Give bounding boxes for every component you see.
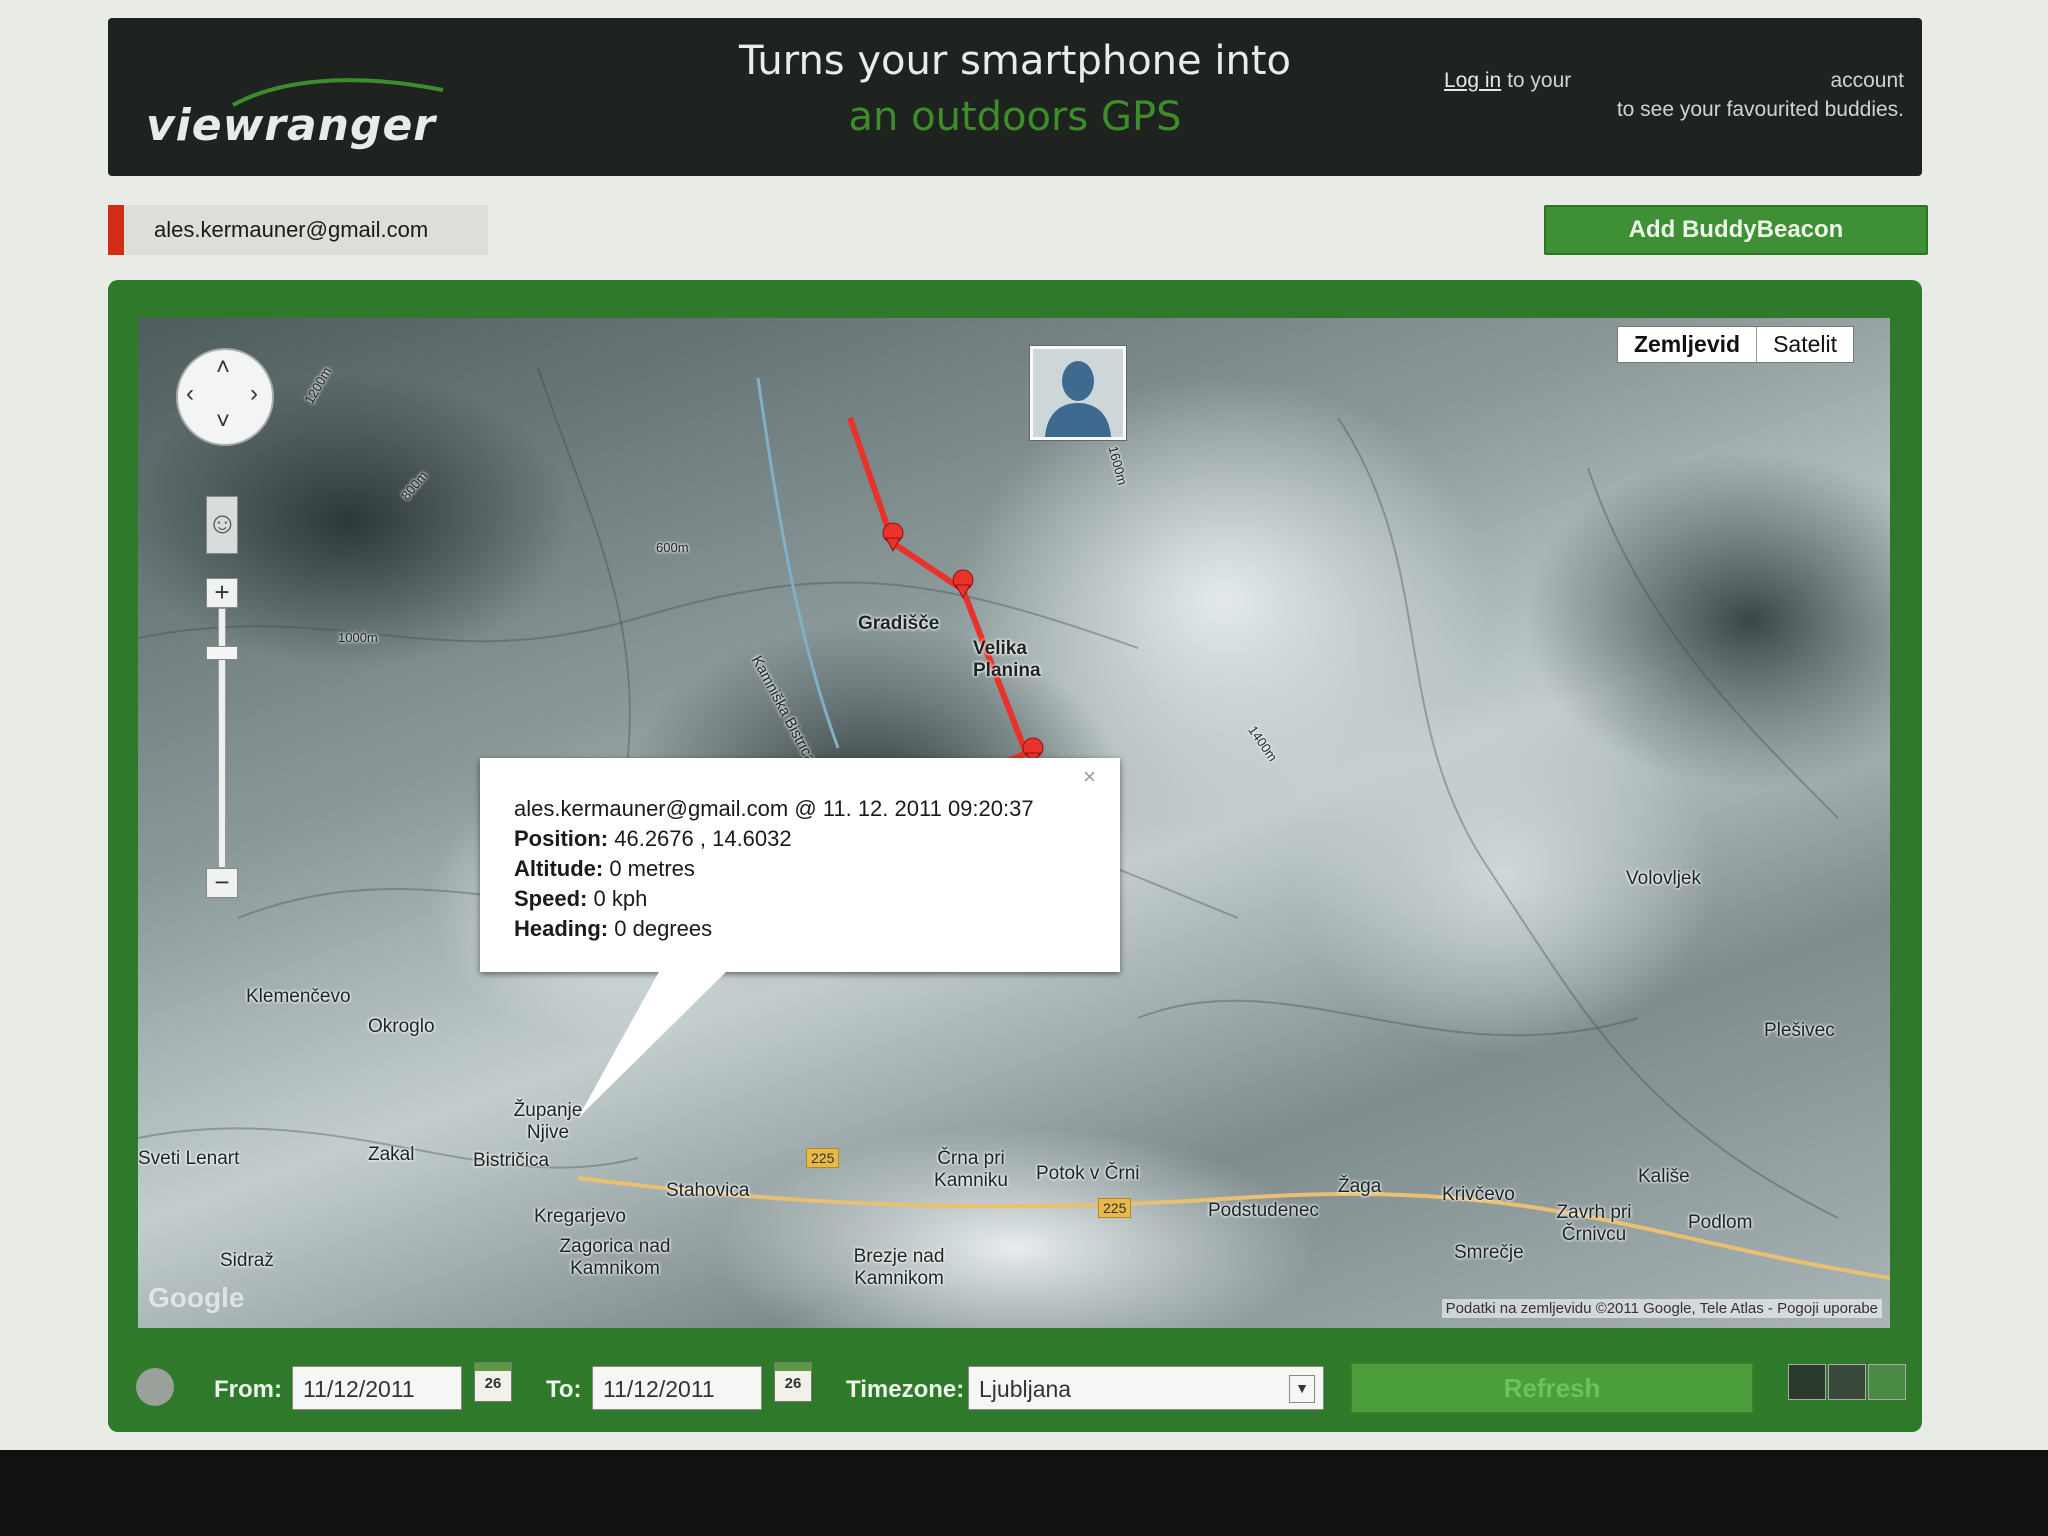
place-label: Zavrh pri Črnivcu [1556, 1202, 1632, 1245]
info-altitude: Altitude: 0 metres [514, 856, 695, 881]
place-label: Zakal [368, 1144, 415, 1165]
login-text-1: to your [1507, 69, 1572, 92]
view-medium-icon[interactable] [1828, 1364, 1866, 1400]
road-number-badge: 225 [806, 1148, 840, 1168]
pan-up-icon[interactable]: ˄ [216, 354, 230, 382]
info-speed-value: 0 kph [593, 886, 648, 911]
close-icon[interactable]: × [1083, 764, 1096, 790]
date-controls-bar: From: 11/12/2011 26 To: 11/12/2011 26 Ti… [108, 1338, 1922, 1422]
place-label: Sveti Lenart [138, 1148, 240, 1169]
pan-right-icon[interactable]: › [250, 380, 258, 408]
place-label: Brezje nad Kamnikom [853, 1246, 945, 1289]
place-label: Črna pri Kamniku [934, 1148, 1008, 1191]
pan-left-icon[interactable]: ‹ [186, 380, 194, 408]
site-header: viewranger Turns your smartphone into an… [108, 18, 1922, 176]
place-label: Sidraž [220, 1250, 274, 1271]
place-label: Žaga [1338, 1176, 1382, 1197]
from-label: From: [214, 1376, 282, 1403]
street-view-pegman-icon[interactable]: ☺ [206, 496, 238, 554]
pan-down-icon[interactable]: ˅ [216, 408, 230, 436]
info-window-pointer [578, 970, 728, 1118]
map-type-control: Zemljevid Satelit [1616, 326, 1854, 363]
place-label: Kališe [1638, 1166, 1690, 1187]
to-label: To: [546, 1376, 582, 1403]
zoom-out-button[interactable]: − [206, 868, 238, 898]
map-type-satelit[interactable]: Satelit [1757, 327, 1853, 362]
place-label: Plešivec [1764, 1020, 1835, 1041]
place-label: Zagorica nad Kamnikom [559, 1236, 671, 1279]
monitor-bezel [0, 1450, 2048, 1536]
add-buddybeacon-button[interactable]: Add BuddyBeacon [1544, 205, 1928, 255]
pan-control[interactable]: ˄ ‹ › ˅ [176, 348, 274, 446]
login-text-2: to see your favourited buddies. [1616, 98, 1904, 121]
road-number-badge: 225 [1098, 1198, 1132, 1218]
place-label: Krivčevo [1442, 1184, 1515, 1205]
place-label: Potok v Črni [1036, 1163, 1140, 1184]
clock-icon [136, 1368, 174, 1406]
timezone-select[interactable]: Ljubljana ▼ [968, 1366, 1324, 1410]
refresh-button[interactable]: Refresh [1350, 1362, 1754, 1414]
info-header: ales.kermauner@gmail.com @ 11. 12. 2011 … [514, 796, 1034, 821]
from-calendar-icon[interactable]: 26 [474, 1362, 512, 1402]
timezone-label: Timezone: [846, 1376, 965, 1403]
buddy-avatar[interactable] [1030, 346, 1126, 440]
map-canvas[interactable]: Zemljevid Satelit ˄ ‹ › ˅ ☺ + − Gradišče… [138, 318, 1890, 1328]
login-link[interactable]: Log in [1444, 69, 1501, 92]
timezone-value: Ljubljana [979, 1376, 1072, 1402]
info-position: Position: 46.2676 , 14.6032 [514, 826, 792, 851]
to-calendar-icon[interactable]: 26 [774, 1362, 812, 1402]
view-small-icon[interactable] [1788, 1364, 1826, 1400]
chevron-down-icon[interactable]: ▼ [1289, 1375, 1315, 1403]
info-heading-value: 0 degrees [614, 916, 713, 941]
contour-label: 1000m [338, 630, 378, 645]
user-tab[interactable]: ales.kermauner@gmail.com [108, 205, 488, 255]
place-label: Smrečje [1454, 1242, 1524, 1263]
place-label: Stahovica [666, 1180, 750, 1201]
info-position-value: 46.2676 , 14.6032 [614, 826, 792, 851]
map-type-zemljevid[interactable]: Zemljevid [1618, 327, 1758, 362]
view-large-icon[interactable] [1868, 1364, 1906, 1400]
user-color-marker [108, 205, 124, 255]
map-frame: Zemljevid Satelit ˄ ‹ › ˅ ☺ + − Gradišče… [108, 280, 1922, 1432]
info-speed: Speed: 0 kph [514, 886, 648, 911]
person-silhouette-icon [1033, 349, 1123, 437]
marker-info-window: × ales.kermauner@gmail.com @ 11. 12. 201… [480, 758, 1120, 972]
to-date-input[interactable]: 11/12/2011 [592, 1366, 762, 1410]
place-label: Podlom [1688, 1212, 1753, 1233]
place-label: Okroglo [368, 1016, 435, 1037]
login-prompt: Log in to your account to see your favour… [1444, 66, 1904, 124]
from-date-input[interactable]: 11/12/2011 [292, 1366, 462, 1410]
zoom-in-button[interactable]: + [206, 578, 238, 608]
contour-label: 600m [656, 540, 689, 555]
place-label: Podstudenec [1208, 1200, 1319, 1221]
place-label: Gradišče [858, 613, 940, 634]
google-logo[interactable]: Google [148, 1282, 244, 1314]
place-label: Volovljek [1626, 868, 1701, 889]
zoom-slider-thumb[interactable] [206, 646, 238, 660]
info-altitude-value: 0 metres [609, 856, 695, 881]
info-heading: Heading: 0 degrees [514, 916, 713, 941]
user-email: ales.kermauner@gmail.com [154, 217, 429, 242]
place-label: Kregarjevo [534, 1206, 626, 1227]
place-label: Klemenčevo [246, 986, 351, 1007]
login-text-account: account [1830, 69, 1904, 92]
place-label: Velika Planina [973, 638, 1041, 681]
place-label: Bistričica [473, 1150, 550, 1171]
map-copyright[interactable]: Podatki na zemljevidu ©2011 Google, Tele… [1441, 1299, 1882, 1318]
